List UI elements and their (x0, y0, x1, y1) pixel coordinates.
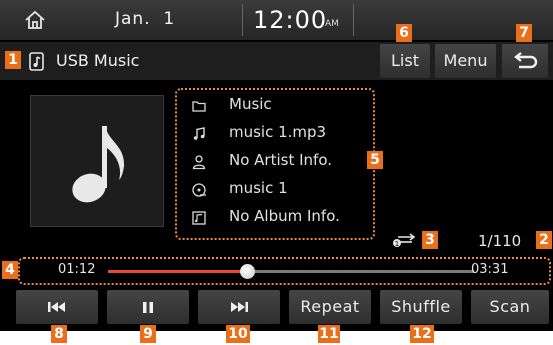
music-note-icon (72, 126, 125, 203)
total-time: 03:31 (471, 262, 509, 277)
repeat-label: Repeat (300, 297, 360, 316)
callout-7: 7 (516, 24, 532, 42)
album-icon (192, 211, 206, 225)
menu-button[interactable]: Menu (435, 44, 496, 78)
folder-name: Music (229, 95, 272, 113)
next-icon (231, 302, 248, 312)
file-icon (193, 127, 205, 140)
usb-music-icon (29, 52, 44, 71)
song-title: music 1 (229, 179, 288, 197)
seek-handle[interactable] (240, 264, 256, 279)
callout-11: 11 (318, 325, 340, 343)
shuffle-label: Shuffle (391, 297, 451, 316)
callout-8: 8 (51, 325, 67, 343)
track-info-panel: Music music 1.mp3 No Artist Info. music … (175, 88, 375, 240)
seek-bar[interactable] (108, 264, 474, 279)
music-player-screen: Jan. 1 12:00 AM USB Music List Menu Musi… (0, 0, 553, 331)
artist-icon (192, 155, 206, 170)
callout-3: 3 (422, 231, 438, 249)
status-bar: Jan. 1 12:00 AM (0, 0, 553, 40)
callout-12: 12 (410, 325, 434, 343)
callout-6: 6 (396, 24, 412, 42)
folder-icon (192, 101, 206, 112)
album-name: No Album Info. (229, 207, 340, 225)
track-count: 1/110 (478, 232, 522, 250)
progress-area: 01:12 03:31 (18, 257, 551, 285)
scan-button[interactable]: Scan (471, 290, 549, 324)
previous-icon (48, 302, 65, 312)
callout-5: 5 (367, 151, 383, 169)
menu-label: Menu (443, 51, 488, 70)
date-display: Jan. 1 (115, 9, 176, 29)
title-icon (192, 183, 206, 197)
clock-time: 12:00 (253, 6, 328, 34)
artist-name: No Artist Info. (229, 151, 333, 169)
source-title: USB Music (56, 51, 140, 70)
scan-label: Scan (489, 297, 531, 316)
home-button[interactable] (20, 5, 50, 35)
callout-2: 2 (536, 231, 552, 249)
back-button[interactable] (502, 44, 548, 78)
repeat-one-icon: 1 (393, 233, 416, 248)
seek-fill (108, 270, 248, 273)
pause-icon (143, 302, 153, 313)
callout-9: 9 (140, 325, 156, 343)
back-icon (514, 52, 538, 69)
home-icon (25, 10, 45, 29)
repeat-button[interactable]: Repeat (289, 290, 371, 324)
file-name: music 1.mp3 (229, 123, 327, 141)
clock: 12:00 AM (242, 4, 354, 36)
callout-4: 4 (2, 261, 18, 279)
shuffle-button[interactable]: Shuffle (380, 290, 462, 324)
elapsed-time: 01:12 (58, 262, 96, 277)
pause-button[interactable] (107, 290, 189, 324)
previous-button[interactable] (16, 290, 98, 324)
svg-text:1: 1 (395, 240, 399, 248)
callout-1: 1 (5, 51, 21, 69)
clock-ampm: AM (325, 19, 339, 29)
next-button[interactable] (198, 290, 280, 324)
album-art (30, 95, 164, 227)
callout-10: 10 (226, 325, 250, 343)
list-button[interactable]: List (380, 44, 430, 78)
list-label: List (391, 51, 419, 70)
